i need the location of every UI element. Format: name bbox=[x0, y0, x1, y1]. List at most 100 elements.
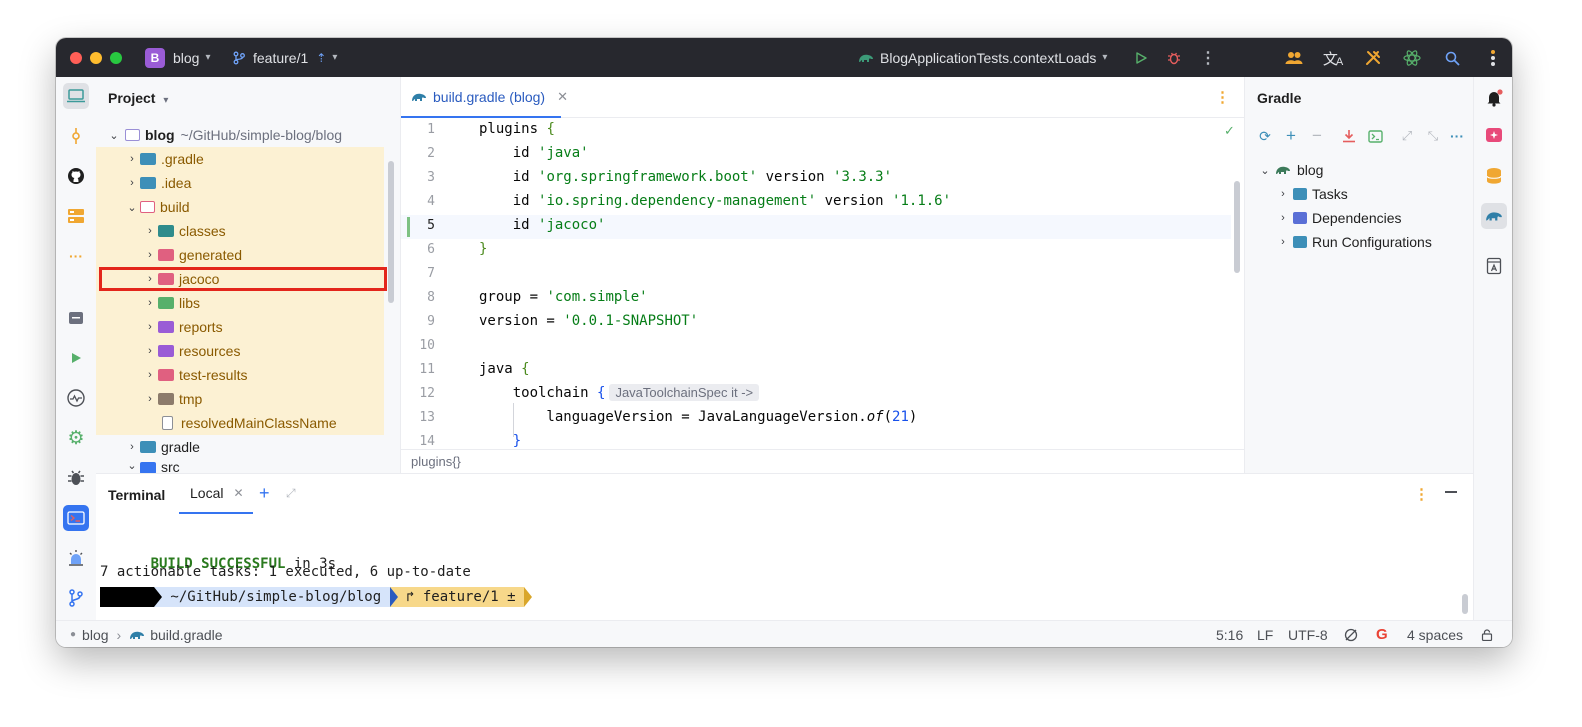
caret-position[interactable]: 5:16 bbox=[1216, 621, 1243, 647]
breadcrumb[interactable]: plugins{} bbox=[411, 454, 461, 469]
add-icon[interactable]: + bbox=[1282, 126, 1300, 145]
tree-row-gradle[interactable]: › gradle bbox=[96, 435, 384, 459]
settings-menu-icon[interactable] bbox=[1482, 47, 1504, 69]
services-tool-icon[interactable] bbox=[63, 203, 89, 229]
commit-tool-icon[interactable] bbox=[63, 123, 89, 149]
notifications-bell-icon[interactable] bbox=[1481, 85, 1507, 111]
code-line-13[interactable]: languageVersion = JavaLanguageVersion.of… bbox=[479, 409, 917, 425]
chevron-right-icon[interactable]: › bbox=[1275, 236, 1291, 248]
chevron-down-icon[interactable]: ⌄ bbox=[124, 459, 140, 472]
tree-row-build[interactable]: ⌄ build bbox=[96, 195, 384, 219]
chevron-right-icon[interactable]: › bbox=[1275, 188, 1291, 200]
breadcrumb-root[interactable]: blog bbox=[82, 627, 108, 643]
project-panel-title[interactable]: Project ▾ bbox=[108, 90, 168, 106]
git-tool-icon[interactable] bbox=[63, 585, 89, 611]
tree-row-idea[interactable]: › .idea bbox=[96, 171, 384, 195]
gradle-tree-tasks[interactable]: › Tasks bbox=[1275, 182, 1348, 206]
github-icon[interactable] bbox=[63, 163, 89, 189]
terminal-prompt-line[interactable]: ~/GitHub/simple-blog/blog ↱ feature/1 ± bbox=[100, 586, 533, 608]
editor-scrollbar[interactable] bbox=[1234, 181, 1240, 273]
close-icon[interactable]: ✕ bbox=[557, 89, 568, 105]
tree-row-classes[interactable]: › classes bbox=[96, 219, 384, 243]
build-tools-icon[interactable] bbox=[1362, 47, 1384, 69]
line-separator[interactable]: LF bbox=[1257, 621, 1273, 647]
chevron-right-icon[interactable]: › bbox=[124, 153, 140, 165]
code-line-1[interactable]: plugins { bbox=[479, 121, 555, 137]
tree-row-reports[interactable]: › reports bbox=[96, 315, 384, 339]
reload-icon[interactable]: ⟳ bbox=[1256, 127, 1274, 145]
more-tools-icon[interactable]: ··· bbox=[63, 243, 89, 269]
chevron-down-icon[interactable]: ⌄ bbox=[106, 129, 122, 142]
chevron-right-icon[interactable]: › bbox=[1275, 212, 1291, 224]
close-icon[interactable]: ✕ bbox=[233, 486, 243, 500]
indent-setting[interactable]: 4 spaces bbox=[1407, 621, 1463, 647]
terminal-tool-icon[interactable] bbox=[63, 505, 89, 531]
execute-task-icon[interactable] bbox=[1366, 127, 1384, 145]
code-line-3[interactable]: id 'org.springframework.boot' version '3… bbox=[479, 169, 892, 185]
breadcrumb-file[interactable]: build.gradle bbox=[150, 627, 222, 643]
gradle-tree-blog[interactable]: ⌄ blog bbox=[1257, 158, 1323, 182]
run-config-selector[interactable]: BlogApplicationTests.contextLoads ▾ bbox=[858, 38, 1107, 77]
code-line-11[interactable]: java { bbox=[479, 361, 530, 377]
code-line-9[interactable]: version = '0.0.1-SNAPSHOT' bbox=[479, 313, 698, 329]
tree-row-dot-gradle[interactable]: › .gradle bbox=[96, 147, 384, 171]
collapse-all-icon[interactable]: ⤡ bbox=[1424, 127, 1442, 145]
download-sources-icon[interactable] bbox=[1340, 127, 1358, 145]
chevron-right-icon[interactable]: › bbox=[142, 297, 158, 309]
no-inspections-icon[interactable] bbox=[1344, 621, 1358, 647]
close-window-button[interactable] bbox=[70, 52, 82, 64]
code-line-14[interactable]: } bbox=[479, 433, 521, 449]
chevron-down-icon[interactable]: ⌄ bbox=[124, 201, 140, 214]
code-line-2[interactable]: id 'java' bbox=[479, 145, 589, 161]
chevron-right-icon[interactable]: › bbox=[142, 393, 158, 405]
debug-tool-icon[interactable] bbox=[63, 465, 89, 491]
profiler-tool-icon[interactable] bbox=[63, 385, 89, 411]
tree-row-resolved-main-class-name[interactable]: resolvedMainClassName bbox=[96, 411, 384, 435]
branch-switcher[interactable]: feature/1 ⇡ ▾ bbox=[232, 38, 337, 77]
google-icon[interactable]: G bbox=[1376, 621, 1388, 647]
tree-row-test-results[interactable]: › test-results bbox=[96, 363, 384, 387]
tree-row-blog[interactable]: ⌄ blog ~/GitHub/simple-blog/blog bbox=[106, 123, 384, 147]
code-line-5[interactable]: id 'jacoco' bbox=[479, 217, 606, 233]
settings-gear-icon[interactable]: ⚙ bbox=[63, 425, 89, 451]
terminal-scrollbar[interactable] bbox=[1462, 594, 1468, 614]
search-icon[interactable] bbox=[1441, 47, 1463, 69]
gradle-tree-run-configurations[interactable]: › Run Configurations bbox=[1275, 230, 1432, 254]
code-line-4[interactable]: id 'io.spring.dependency-management' ver… bbox=[479, 193, 951, 209]
more-actions-icon[interactable]: ⋮ bbox=[1197, 47, 1219, 69]
chevron-right-icon[interactable]: › bbox=[142, 225, 158, 237]
tab-build-gradle[interactable]: build.gradle (blog) ✕ bbox=[401, 77, 578, 118]
file-encoding[interactable]: UTF-8 bbox=[1288, 621, 1328, 647]
problems-tool-icon[interactable] bbox=[63, 545, 89, 571]
chevron-right-icon[interactable]: › bbox=[142, 345, 158, 357]
tree-row-tmp[interactable]: › tmp bbox=[96, 387, 384, 411]
code-line-12[interactable]: toolchain {JavaToolchainSpec it -> bbox=[479, 384, 760, 401]
minimize-window-button[interactable] bbox=[90, 52, 102, 64]
ai-chat-icon[interactable] bbox=[1481, 123, 1507, 149]
bookmarks-tool-icon[interactable] bbox=[63, 305, 89, 331]
chevron-right-icon[interactable]: › bbox=[124, 441, 140, 453]
maximize-icon[interactable]: ⤢ bbox=[286, 486, 296, 501]
chevron-right-icon[interactable]: › bbox=[124, 177, 140, 189]
new-tab-icon[interactable]: + bbox=[259, 483, 270, 504]
chevron-right-icon[interactable]: › bbox=[142, 321, 158, 333]
terminal-more-icon[interactable]: ⋮ bbox=[1414, 485, 1429, 503]
tree-row-src[interactable]: ⌄ src bbox=[96, 459, 384, 473]
run-tool-icon[interactable] bbox=[63, 345, 89, 371]
chevron-right-icon[interactable]: › bbox=[142, 369, 158, 381]
remove-icon[interactable]: − bbox=[1308, 126, 1326, 145]
debug-icon[interactable] bbox=[1163, 47, 1185, 69]
ai-assistant-icon[interactable] bbox=[1401, 47, 1423, 69]
gradle-tool-icon[interactable] bbox=[1481, 203, 1507, 229]
more-options-icon[interactable]: ··· bbox=[1448, 127, 1466, 145]
lock-icon[interactable] bbox=[1481, 621, 1493, 647]
expand-all-icon[interactable]: ⤢ bbox=[1398, 127, 1416, 145]
gradle-tree-dependencies[interactable]: › Dependencies bbox=[1275, 206, 1401, 230]
code-line-8[interactable]: group = 'com.simple' bbox=[479, 289, 648, 305]
tree-row-libs[interactable]: › libs bbox=[96, 291, 384, 315]
code-line-6[interactable]: } bbox=[479, 241, 487, 257]
ai-assistant-doc-icon[interactable] bbox=[1481, 253, 1507, 279]
project-tool-icon[interactable] bbox=[63, 83, 89, 109]
tab-local[interactable]: Local ✕ bbox=[179, 474, 253, 514]
database-icon[interactable] bbox=[1481, 163, 1507, 189]
